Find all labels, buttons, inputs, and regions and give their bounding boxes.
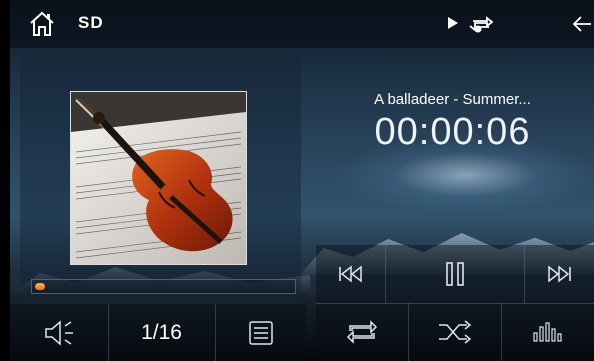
playlist-button[interactable] xyxy=(215,304,306,361)
violin-artwork-icon xyxy=(71,92,246,264)
volume-icon xyxy=(45,319,73,346)
repeat-icon xyxy=(346,320,378,344)
previous-track-icon xyxy=(338,265,362,283)
progress-bar[interactable] xyxy=(31,279,296,294)
transport-controls xyxy=(316,245,594,361)
home-icon[interactable] xyxy=(28,10,56,38)
pause-icon xyxy=(445,262,464,286)
back-arrow-icon[interactable] xyxy=(571,13,593,35)
shuffle-icon xyxy=(438,320,471,344)
shuffle-button[interactable] xyxy=(408,303,501,361)
elapsed-time: 00:00:06 xyxy=(374,111,531,153)
playlist-icon xyxy=(248,320,273,345)
next-track-button[interactable] xyxy=(524,245,594,303)
volume-button[interactable] xyxy=(10,304,108,361)
next-track-icon xyxy=(548,265,571,283)
equalizer-icon xyxy=(532,322,562,342)
repeat-state-icon xyxy=(469,16,494,33)
progress-fill xyxy=(35,283,45,290)
bottom-left-controls: 1/16 xyxy=(10,304,306,361)
previous-track-button[interactable] xyxy=(316,245,385,303)
source-label: SD xyxy=(78,13,104,32)
song-title: A balladeer - Summer... xyxy=(374,91,531,108)
equalizer-button[interactable] xyxy=(501,303,594,361)
top-bar: SD xyxy=(10,0,594,48)
pause-button[interactable] xyxy=(385,245,524,303)
music-player-screen: SD A balladeer - Summer... 00:00:06 1/16 xyxy=(0,0,594,361)
album-art xyxy=(70,91,247,265)
track-counter: 1/16 xyxy=(141,320,182,344)
play-state-icon xyxy=(448,17,458,29)
repeat-button[interactable] xyxy=(316,303,408,361)
